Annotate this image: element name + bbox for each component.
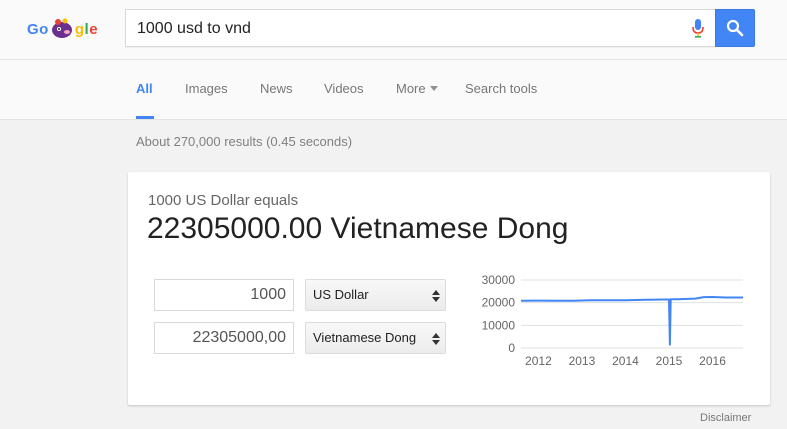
x-tick-label: 2012 [525,354,552,368]
header: Go gle 1000 usd to vnd [0,0,787,60]
currency-converter-card: 1000 US Dollar equals 22305000.00 Vietna… [128,172,770,405]
logo-text-left: Go [27,20,49,38]
x-tick-label: 2013 [569,354,596,368]
to-amount-input[interactable]: 22305000,00 [154,322,294,354]
y-tick-label: 30000 [482,275,516,287]
tab-more[interactable]: More [396,81,438,96]
tab-news[interactable]: News [260,81,293,96]
from-amount-input[interactable]: 1000 [154,279,294,311]
search-input[interactable]: 1000 usd to vnd [137,20,251,38]
from-currency-label: US Dollar [313,287,369,302]
disclaimer-link[interactable]: Disclaimer [700,412,751,424]
search-button[interactable] [715,9,755,47]
tab-videos[interactable]: Videos [324,81,364,96]
search-tabs: All Images News Videos More Search tools [0,60,787,120]
select-arrows-icon [432,290,440,302]
mic-icon[interactable] [691,19,705,39]
y-tick-label: 10000 [482,318,516,332]
caret-down-icon [429,86,438,92]
select-arrows-icon [432,333,440,345]
exchange-rate-chart: 30000 20000 10000 0 2012 2013 2014 2015 2016 [482,275,743,368]
y-tick-label: 20000 [482,296,516,310]
equals-label: 1000 US Dollar equals [148,192,299,209]
tab-images[interactable]: Images [185,81,228,96]
to-currency-select[interactable]: Vietnamese Dong [305,322,446,354]
conversion-result: 22305000.00 Vietnamese Dong [147,212,569,245]
active-tab-indicator [136,116,154,119]
result-stats: About 270,000 results (0.45 seconds) [136,134,353,149]
to-currency-label: Vietnamese Dong [313,330,417,345]
exchange-rate-series-line [520,296,743,346]
tab-search-tools[interactable]: Search tools [465,81,537,96]
search-box[interactable]: 1000 usd to vnd [125,9,715,47]
y-tick-label: 0 [508,341,515,355]
search-icon [726,19,744,37]
x-tick-label: 2016 [699,354,726,368]
from-currency-select[interactable]: US Dollar [305,279,446,311]
x-tick-label: 2014 [612,354,639,368]
tab-all[interactable]: All [136,81,153,96]
logo-text-right: gle [74,20,99,38]
doodle-logo-icon [51,18,72,38]
google-logo[interactable]: Go gle [27,18,98,40]
tab-more-label: More [396,81,426,96]
x-tick-label: 2015 [656,354,683,368]
